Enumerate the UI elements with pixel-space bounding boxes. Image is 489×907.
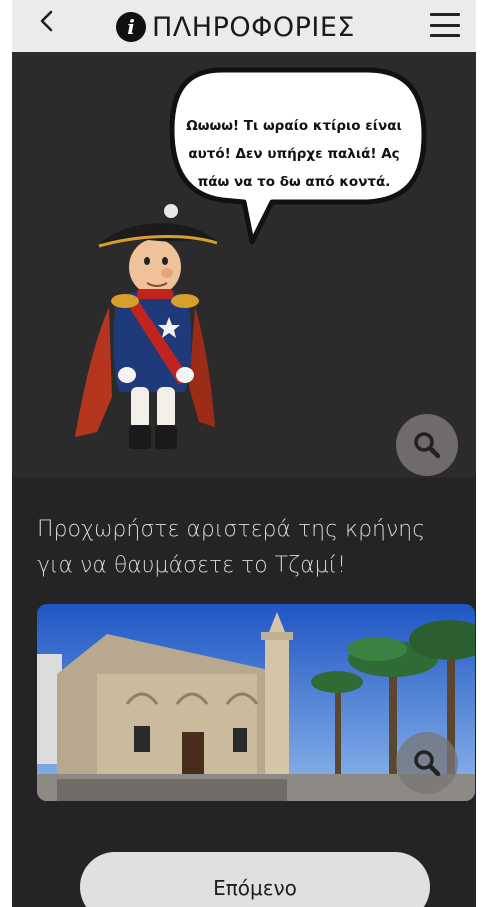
- page-title-group: i ΠΛΗΡΟΦΟΡΙΕΣ: [116, 8, 355, 46]
- back-button[interactable]: [36, 6, 56, 45]
- hamburger-menu-icon: [430, 13, 460, 16]
- next-button[interactable]: Επόμενο: [80, 852, 430, 907]
- page-title: ΠΛΗΡΟΦΟΡΙΕΣ: [152, 11, 355, 43]
- photo-zoom-button[interactable]: [396, 732, 458, 794]
- napoleon-character-illustration: [75, 204, 219, 449]
- top-bar: i ΠΛΗΡΟΦΟΡΙΕΣ: [12, 0, 476, 52]
- app-screen: i ΠΛΗΡΟΦΟΡΙΕΣ Ωωωω! Τι ωραίο κτίριο είνα…: [12, 0, 476, 907]
- speech-text: Ωωωω! Τι ωραίο κτίριο είναι αυτό! Δεν υπ…: [186, 118, 402, 190]
- magnifier-icon: [414, 432, 441, 459]
- chevron-left-icon: [40, 10, 53, 32]
- hero-panel: Ωωωω! Τι ωραίο κτίριο είναι αυτό! Δεν υπ…: [12, 52, 476, 478]
- hamburger-menu-icon: [430, 34, 460, 37]
- info-circle-icon: i: [116, 12, 146, 42]
- mosque-photo: [37, 604, 475, 801]
- menu-button[interactable]: [430, 13, 460, 37]
- instruction-text: Προχωρήστε αριστερά της κρήνης για να θα…: [37, 517, 426, 578]
- magnifier-icon: [414, 750, 441, 777]
- hamburger-menu-icon: [430, 23, 460, 27]
- hero-zoom-button[interactable]: [396, 414, 458, 476]
